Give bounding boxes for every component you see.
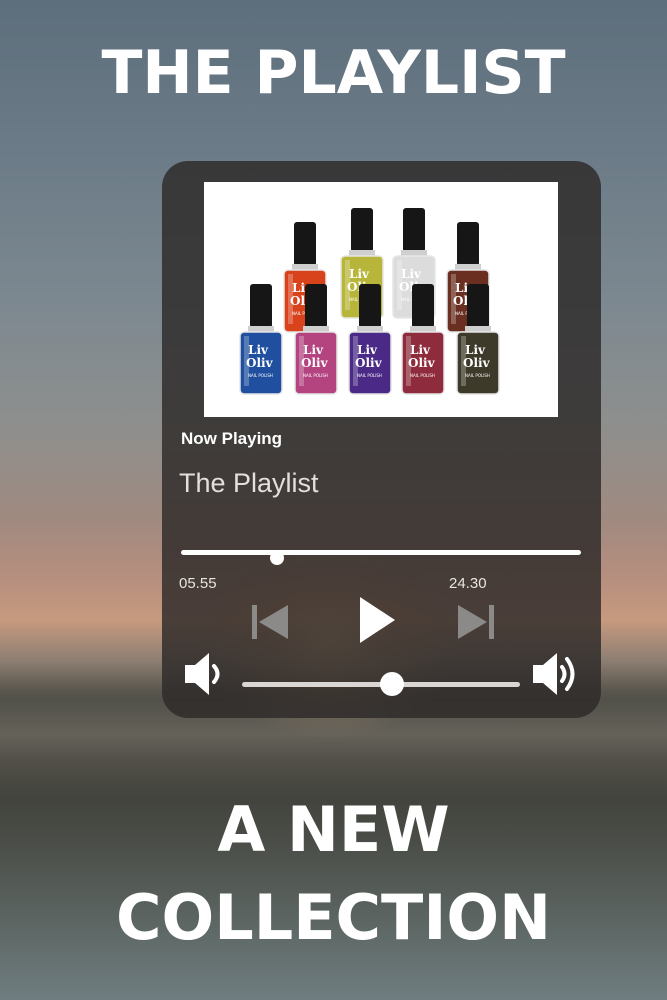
skip-previous-icon: [252, 605, 288, 639]
bottle-cap: [351, 208, 373, 252]
bottle-caption: NAIL POLISH: [357, 373, 382, 378]
bottle-neck: [303, 326, 329, 332]
bottle-brand-line2: Oliv: [246, 356, 274, 370]
volume-down-button[interactable]: [183, 651, 225, 697]
bottle-brand-line2: Oliv: [408, 356, 436, 370]
bottle-caption: NAIL POLISH: [465, 373, 490, 378]
play-button[interactable]: [357, 595, 397, 645]
bottle-cap: [467, 284, 489, 328]
volume-high-icon: [533, 653, 575, 695]
bottle-brand-line2: Oliv: [463, 356, 491, 370]
previous-button[interactable]: [250, 602, 290, 642]
album-art: LivOlivNAIL POLISHLivOlivNAIL POLISHLivO…: [204, 182, 558, 417]
poster-bottom-title-line1: A NEW: [217, 793, 450, 866]
bottle-brand-line1: Liv: [303, 343, 324, 357]
time-total: 24.30: [449, 575, 487, 592]
nail-polish-bottles-image: LivOlivNAIL POLISHLivOlivNAIL POLISHLivO…: [239, 208, 500, 395]
next-button[interactable]: [456, 602, 496, 642]
volume-up-button[interactable]: [531, 649, 581, 699]
bottle-neck: [292, 264, 318, 270]
nail-polish-bottle: LivOliv NAIL POLISH: [239, 284, 283, 395]
volume-handle[interactable]: [380, 672, 405, 696]
bottle-cap: [294, 222, 316, 266]
bottle-neck: [455, 264, 481, 270]
bottle-caption: NAIL POLISH: [248, 373, 273, 378]
bottle-caption: NAIL POLISH: [303, 373, 328, 378]
bottle-caption: NAIL POLISH: [410, 373, 435, 378]
progress-bar[interactable]: [181, 550, 581, 555]
skip-next-icon: [458, 605, 494, 639]
bottle-cap: [457, 222, 479, 266]
volume-low-icon: [185, 653, 220, 695]
track-title: The Playlist: [179, 468, 319, 498]
progress-handle[interactable]: [270, 551, 284, 565]
play-icon: [360, 597, 395, 643]
bottle-neck: [248, 326, 274, 332]
bottle-neck: [401, 250, 427, 256]
bottle-brand-line2: Oliv: [301, 356, 329, 370]
bottle-neck: [349, 250, 375, 256]
now-playing-label: Now Playing: [181, 429, 283, 448]
time-elapsed: 05.55: [179, 575, 217, 592]
bottle-brand-line1: Liv: [248, 343, 269, 357]
bottle-brand-line2: Oliv: [355, 356, 383, 370]
bottle-brand-line1: Liv: [349, 267, 370, 281]
music-player-card: LivOlivNAIL POLISHLivOlivNAIL POLISHLivO…: [162, 161, 601, 718]
poster-bottom-title-line2: COLLECTION: [115, 881, 552, 954]
bottle-cap: [305, 284, 327, 328]
bottle-brand-line1: Liv: [401, 267, 422, 281]
bottle-cap: [412, 284, 434, 328]
poster-bottom-title: A NEW COLLECTION: [0, 786, 667, 962]
bottle-brand-line1: Liv: [357, 343, 378, 357]
bottle-brand-line1: Liv: [465, 343, 486, 357]
bottle-neck: [410, 326, 436, 332]
bottle-neck: [465, 326, 491, 332]
bottle-cap: [250, 284, 272, 328]
bottle-neck: [357, 326, 383, 332]
bottle-brand-line1: Liv: [410, 343, 431, 357]
bottle-cap: [359, 284, 381, 328]
poster-top-title: THE PLAYLIST: [101, 38, 566, 108]
bottle-cap: [403, 208, 425, 252]
